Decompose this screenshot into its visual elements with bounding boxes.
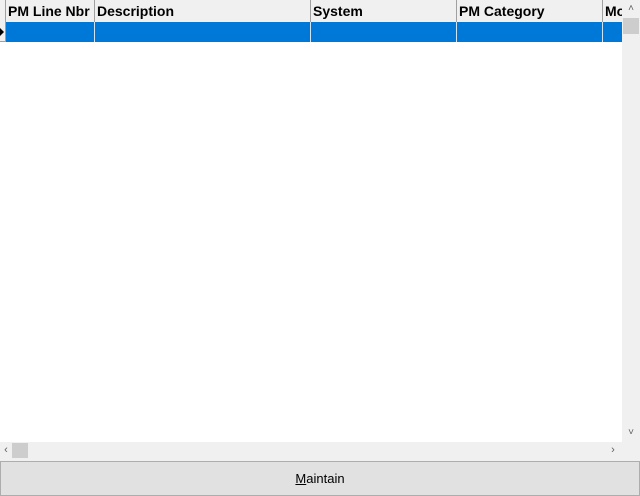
vertical-scroll-thumb[interactable] <box>623 18 639 34</box>
column-header-description[interactable]: Description <box>95 0 311 22</box>
column-header-mo[interactable]: Mo <box>603 0 622 22</box>
chevron-down-icon[interactable]: ˅ <box>622 424 640 442</box>
pm-lines-grid[interactable]: PM Line Nbr Description System PM Catego… <box>0 0 622 442</box>
scrollbar-corner <box>622 442 640 459</box>
maintain-mnemonic: M <box>295 471 307 486</box>
vertical-scrollbar[interactable]: ˄ ˅ <box>622 0 640 442</box>
column-header-pm-category[interactable]: PM Category <box>457 0 603 22</box>
table-row[interactable] <box>0 22 622 42</box>
maintain-label: aintain <box>306 471 345 486</box>
column-header-pm-line-nbr[interactable]: PM Line Nbr <box>6 0 95 22</box>
maintain-button[interactable]: Maintain <box>0 461 640 496</box>
chevron-left-icon[interactable]: ‹ <box>0 442 12 459</box>
chevron-up-icon[interactable]: ˄ <box>622 0 640 18</box>
horizontal-scrollbar[interactable]: ‹ › <box>0 442 622 459</box>
column-header-system[interactable]: System <box>311 0 457 22</box>
horizontal-scroll-thumb[interactable] <box>12 443 28 458</box>
cell-system[interactable] <box>311 22 457 42</box>
cell-mo[interactable] <box>603 22 622 42</box>
chevron-right-icon[interactable]: › <box>604 442 622 459</box>
current-row-arrow-icon <box>0 28 4 36</box>
grid-header-row: PM Line Nbr Description System PM Catego… <box>0 0 622 22</box>
cell-description[interactable] <box>95 22 311 42</box>
button-panel: Maintain <box>0 459 640 496</box>
cell-pm-line-nbr[interactable] <box>6 22 95 42</box>
cell-pm-category[interactable] <box>457 22 603 42</box>
